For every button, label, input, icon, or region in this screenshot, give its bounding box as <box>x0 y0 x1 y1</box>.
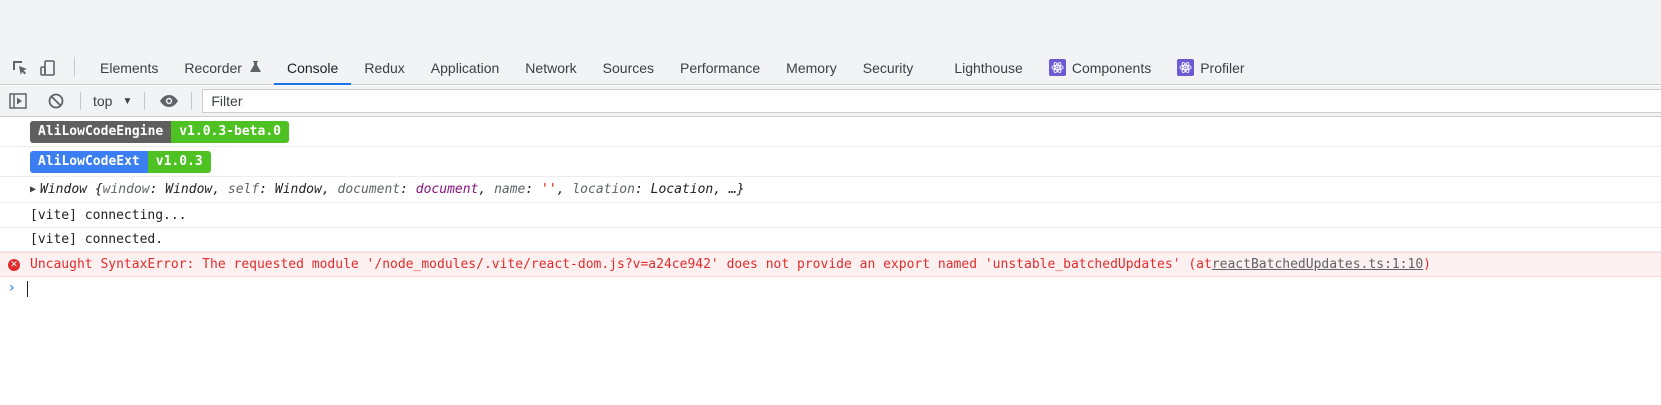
ext-version-badge: v1.0.3 <box>147 150 211 173</box>
tab-sources[interactable]: Sources <box>590 50 667 85</box>
tab-components[interactable]: Components <box>1036 50 1164 85</box>
tab-label: Security <box>862 59 914 76</box>
console-output: AliLowCodeEngine v1.0.3-beta.0 AliLowCode… <box>0 118 1661 405</box>
engine-version-badge: v1.0.3-beta.0 <box>171 121 289 143</box>
tab-network[interactable]: Network <box>512 50 589 85</box>
console-message-vite-connected: [vite] connected. <box>0 228 1661 252</box>
prompt-chevron-icon: › <box>9 280 15 296</box>
ext-name-badge: AliLowCodeExt <box>30 150 148 173</box>
log-text: [vite] connected. <box>30 232 164 247</box>
clear-console-icon[interactable] <box>42 87 70 115</box>
toolbar-separator <box>144 92 146 110</box>
log-text: [vite] connecting... <box>30 207 187 223</box>
context-value: top <box>93 93 113 109</box>
tab-label: Components <box>1071 59 1152 76</box>
window-top-area <box>0 0 1661 50</box>
react-icon <box>1177 59 1195 76</box>
tab-label: Memory <box>786 59 837 76</box>
experiment-flask-icon <box>249 60 261 76</box>
tab-recorder[interactable]: Recorder <box>171 50 274 85</box>
tabbar-separator <box>74 57 75 77</box>
tab-label: Performance <box>680 59 761 76</box>
obj-key: self <box>227 182 260 197</box>
tab-label: Elements <box>100 59 159 76</box>
tab-label: Redux <box>364 59 405 76</box>
react-icon <box>1048 59 1066 76</box>
console-toolbar: top ▼ <box>0 86 1661 117</box>
error-icon: ✕ <box>8 259 20 271</box>
console-message-window-object[interactable]: ▶ Window {window: Window, self: Window, … <box>0 177 1661 203</box>
toolbar-separator <box>191 92 193 110</box>
tab-redux[interactable]: Redux <box>351 50 417 85</box>
obj-value: document <box>415 182 479 197</box>
devtools-tabbar: Elements Recorder Console Redux Applicat… <box>0 50 1661 85</box>
engine-name-badge: AliLowCodeEngine <box>30 121 172 143</box>
tab-label: Profiler <box>1200 59 1245 76</box>
obj-head: Window { <box>40 182 103 197</box>
console-message-vite-connecting: [vite] connecting... <box>0 203 1661 228</box>
obj-value: Location <box>650 182 714 197</box>
tab-console[interactable]: Console <box>273 50 352 85</box>
tab-application[interactable]: Application <box>418 50 513 85</box>
console-message-ext: AliLowCodeExt v1.0.3 <box>0 147 1661 177</box>
console-message-engine: AliLowCodeEngine v1.0.3-beta.0 <box>0 118 1661 147</box>
tab-label: Console <box>286 59 339 76</box>
source-link[interactable]: reactBatchedUpdates.ts:1:10 <box>1212 257 1423 272</box>
obj-key: window <box>102 182 150 197</box>
device-toolbar-icon[interactable] <box>34 50 62 85</box>
console-message-error: ✕ Uncaught SyntaxError: The requested mo… <box>0 252 1661 277</box>
context-selector[interactable]: top ▼ <box>87 89 138 113</box>
tab-label: Network <box>525 59 577 76</box>
error-text: Uncaught SyntaxError: The requested modu… <box>30 257 1212 272</box>
dropdown-caret-icon: ▼ <box>122 95 133 107</box>
toolbar-separator <box>80 92 81 110</box>
tab-security[interactable]: Security <box>850 50 942 85</box>
error-tail: ) <box>1423 257 1431 272</box>
obj-key: document <box>337 182 401 197</box>
filter-input[interactable] <box>202 89 1661 113</box>
obj-value: Window <box>165 182 213 197</box>
expand-triangle-icon[interactable]: ▶ <box>30 184 36 195</box>
tab-label: Lighthouse <box>954 59 1023 76</box>
tab-lighthouse[interactable]: Lighthouse <box>941 50 1036 85</box>
obj-value: Window <box>274 182 322 197</box>
tab-label: Application <box>430 59 500 76</box>
obj-value: '' <box>541 182 557 197</box>
tab-elements[interactable]: Elements <box>87 50 171 85</box>
text-cursor <box>27 281 28 297</box>
live-expression-eye-icon[interactable] <box>155 87 183 115</box>
inspect-element-icon[interactable] <box>6 50 34 85</box>
tab-label: Recorder <box>184 59 242 76</box>
obj-tail: , …} <box>713 182 745 197</box>
console-prompt[interactable]: › <box>0 277 1661 301</box>
tab-label: Sources <box>602 59 655 76</box>
show-sidebar-icon[interactable] <box>4 87 32 115</box>
obj-key: location <box>572 182 635 197</box>
tab-profiler[interactable]: Profiler <box>1164 50 1257 85</box>
tab-memory[interactable]: Memory <box>773 50 850 85</box>
obj-key: name <box>494 182 526 197</box>
tab-performance[interactable]: Performance <box>667 50 773 85</box>
